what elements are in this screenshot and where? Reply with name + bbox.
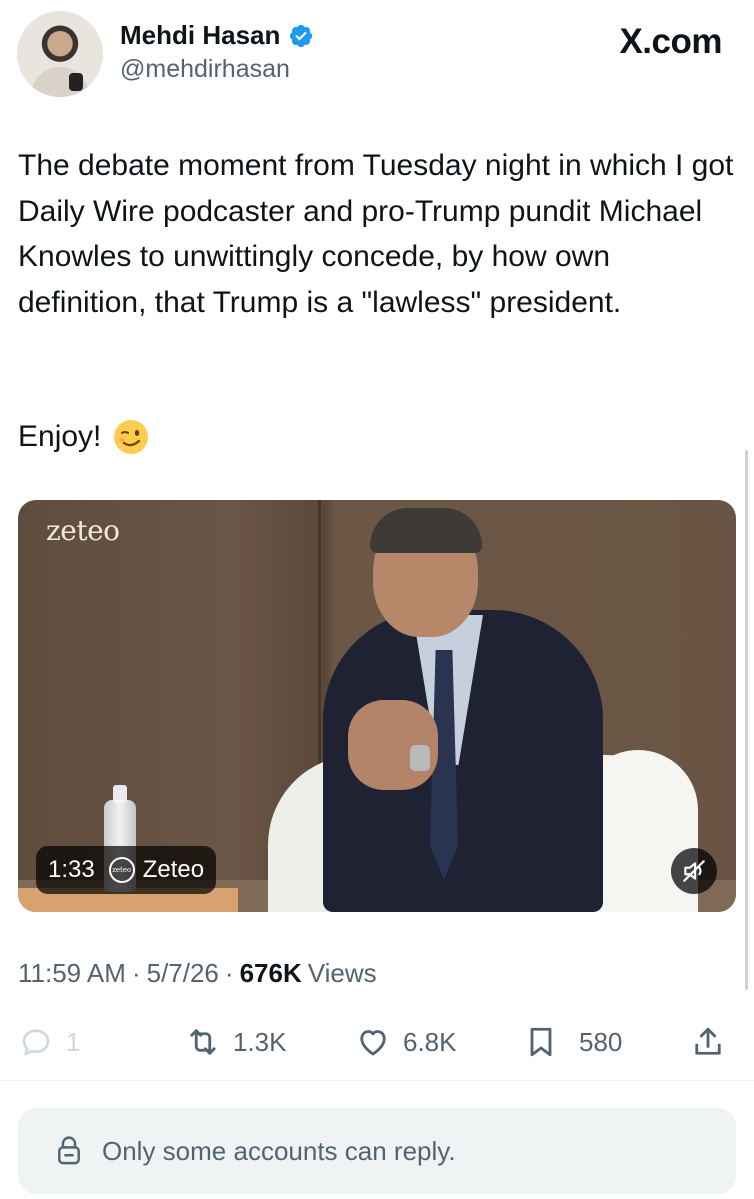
video-duration: 1:33 bbox=[48, 856, 95, 883]
meta-separator: · bbox=[131, 958, 141, 988]
like-count: 6.8K bbox=[403, 1026, 457, 1057]
reply-restriction-text: Only some accounts can reply. bbox=[102, 1135, 456, 1166]
author-name-row[interactable]: Mehdi Hasan bbox=[120, 20, 314, 51]
repost-icon bbox=[190, 1029, 216, 1055]
wristwatch bbox=[410, 745, 430, 771]
winking-face-icon bbox=[114, 419, 149, 454]
author-name[interactable]: Mehdi Hasan bbox=[120, 20, 280, 51]
video-player[interactable]: zeteo 1:33 zeteo Zeteo bbox=[18, 500, 736, 912]
mute-button[interactable] bbox=[671, 848, 717, 894]
tweet-header: Mehdi Hasan @mehdirhasan X.com bbox=[0, 0, 754, 110]
tweet-text: The debate moment from Tuesday night in … bbox=[18, 149, 742, 319]
reply-button[interactable]: 1 bbox=[18, 1018, 80, 1066]
verified-badge-icon bbox=[290, 24, 313, 47]
speaker-muted-icon bbox=[683, 860, 705, 882]
tweet-time[interactable]: 11:59 AM bbox=[18, 958, 126, 989]
tweet-meta: 11:59 AM · 5/7/26 · 676K Views bbox=[18, 958, 377, 989]
source-label: X.com bbox=[619, 22, 722, 61]
repost-button[interactable]: 1.3K bbox=[185, 1018, 287, 1066]
reply-count: 1 bbox=[66, 1026, 81, 1057]
views-count[interactable]: 676K bbox=[240, 958, 302, 989]
avatar[interactable] bbox=[17, 11, 103, 97]
bookmark-count: 580 bbox=[579, 1026, 623, 1057]
reply-restriction-banner: Only some accounts can reply. bbox=[18, 1108, 736, 1194]
microphone-icon bbox=[69, 73, 83, 91]
views-label[interactable]: Views bbox=[308, 958, 377, 989]
channel-name: Zeteo bbox=[142, 856, 205, 883]
repost-count: 1.3K bbox=[233, 1026, 287, 1057]
like-button[interactable]: 6.8K bbox=[355, 1018, 457, 1066]
video-duration-badge: 1:33 zeteo Zeteo bbox=[36, 846, 217, 894]
heart-icon bbox=[360, 1030, 386, 1056]
tweet-body: The debate moment from Tuesday night in … bbox=[18, 143, 742, 325]
tweet-closing-text: Enjoy! bbox=[18, 420, 102, 453]
speaker-hair bbox=[370, 508, 482, 553]
bookmark-icon bbox=[530, 1027, 552, 1057]
video-watermark: zeteo bbox=[46, 514, 120, 547]
tweet-actions: 1 1.3K 6.8K 580 bbox=[0, 1018, 754, 1066]
author-handle[interactable]: @mehdirhasan bbox=[120, 55, 290, 84]
meta-separator: · bbox=[224, 958, 234, 988]
section-divider bbox=[0, 1080, 754, 1081]
channel-logo-icon: zeteo bbox=[108, 857, 135, 883]
share-button[interactable] bbox=[690, 1018, 726, 1066]
share-icon bbox=[695, 1027, 721, 1055]
tweet-closing-line: Enjoy! bbox=[18, 414, 149, 459]
scrollbar[interactable] bbox=[745, 450, 748, 990]
lock-icon bbox=[58, 1136, 80, 1165]
bookmark-button[interactable]: 580 bbox=[523, 1018, 622, 1066]
tweet-date[interactable]: 5/7/26 bbox=[147, 958, 219, 989]
reply-icon bbox=[22, 1029, 50, 1056]
